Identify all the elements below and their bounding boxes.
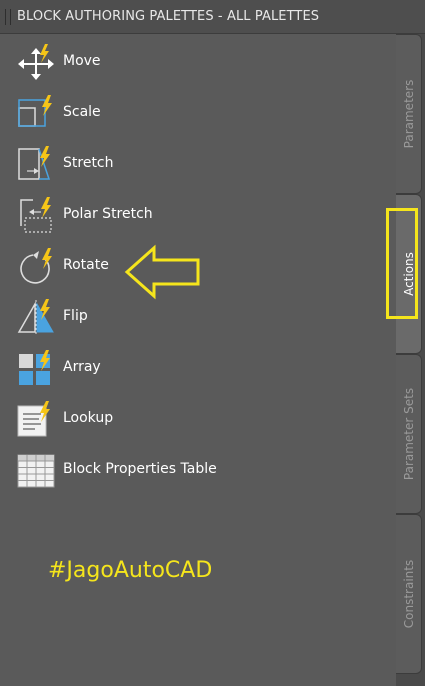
action-label: Polar Stretch <box>63 206 153 222</box>
action-scale[interactable]: Scale <box>0 91 380 135</box>
actions-panel: Move Scale Stretch Polar Stretch Rotate … <box>0 34 396 686</box>
palette-title: BLOCK AUTHORING PALETTES - ALL PALETTES <box>17 9 320 24</box>
tab-parameters[interactable]: Parameters <box>396 34 422 194</box>
lookup-icon <box>17 401 50 437</box>
tab-label: Parameters <box>401 79 416 149</box>
tab-label: Parameter Sets <box>401 387 416 481</box>
polar-stretch-icon <box>20 197 52 233</box>
action-block-properties-table[interactable]: Block Properties Table <box>0 448 380 492</box>
drag-grip-icon[interactable] <box>5 9 11 25</box>
rotate-icon <box>20 248 52 284</box>
action-label: Move <box>63 53 101 69</box>
action-label: Scale <box>63 104 101 120</box>
action-label: Flip <box>63 308 88 324</box>
action-flip[interactable]: Flip <box>0 295 380 339</box>
palette-title-bar[interactable]: BLOCK AUTHORING PALETTES - ALL PALETTES <box>0 0 425 34</box>
action-array[interactable]: Array <box>0 346 380 390</box>
stretch-icon <box>18 146 51 180</box>
action-stretch[interactable]: Stretch <box>0 142 380 186</box>
scale-icon <box>18 95 52 127</box>
array-icon <box>19 350 50 385</box>
action-label: Rotate <box>63 257 109 273</box>
action-label: Lookup <box>63 410 114 426</box>
tab-parameter-sets[interactable]: Parameter Sets <box>396 354 422 514</box>
action-label: Stretch <box>63 155 114 171</box>
move-icon <box>18 44 54 80</box>
block-properties-table-icon <box>17 454 55 488</box>
action-move[interactable]: Move <box>0 40 380 84</box>
action-polar-stretch[interactable]: Polar Stretch <box>0 193 380 237</box>
tab-constraints[interactable]: Constraints <box>396 514 422 674</box>
tab-label: Constraints <box>401 559 416 629</box>
action-label: Block Properties Table <box>63 461 217 477</box>
actions-tab-highlight <box>386 208 418 319</box>
action-lookup[interactable]: Lookup <box>0 397 380 441</box>
hashtag-annotation: #JagoAutoCAD <box>48 558 213 583</box>
flip-icon <box>17 299 54 335</box>
left-arrow-annotation-icon <box>124 244 200 300</box>
action-label: Array <box>63 359 101 375</box>
